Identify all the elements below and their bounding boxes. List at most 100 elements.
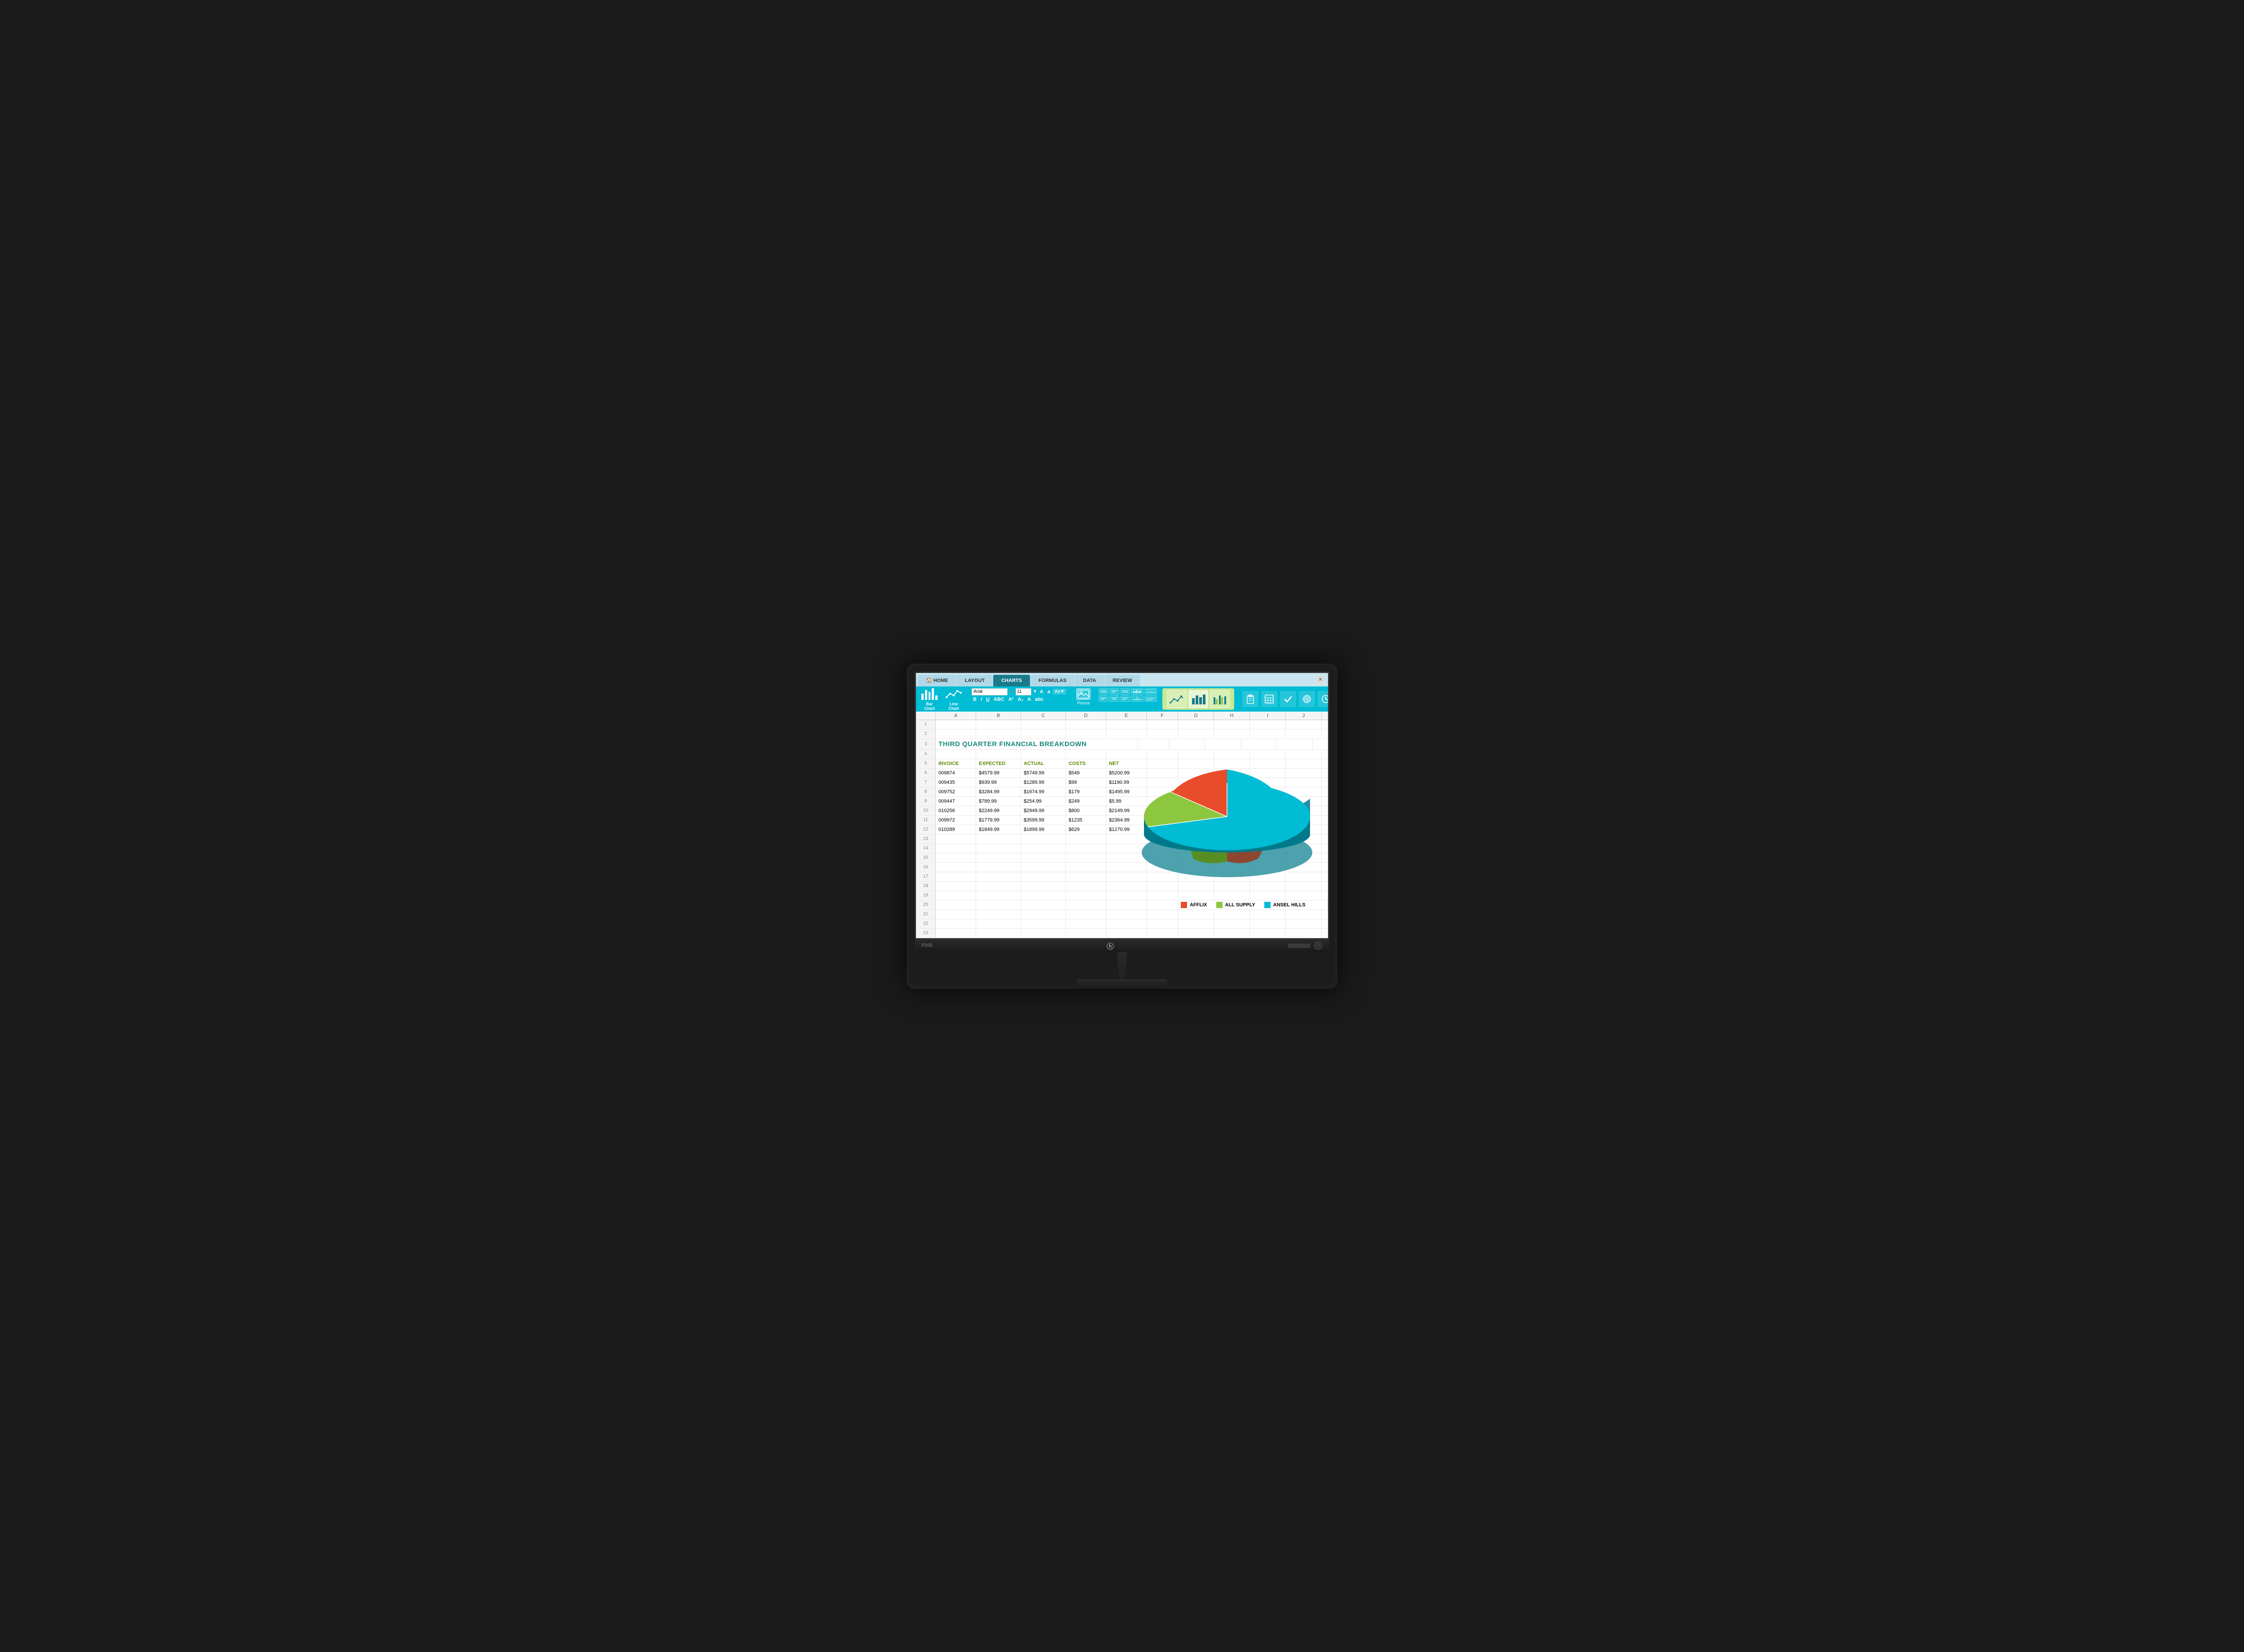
monitor-buttons bbox=[1288, 944, 1310, 948]
legend-color-all-supply bbox=[1216, 902, 1223, 908]
legend-color-afflix bbox=[1181, 902, 1187, 908]
tab-layout[interactable]: LAYOUT bbox=[957, 675, 993, 686]
spreadsheet-area: A B C D E F G H I J K bbox=[916, 712, 1328, 938]
col-header-f[interactable]: F bbox=[1147, 712, 1178, 720]
align-group bbox=[1098, 686, 1158, 712]
home-icon: 🏠 bbox=[926, 677, 932, 683]
col-header-k[interactable]: K bbox=[1322, 712, 1329, 720]
grouped-bar-type-btn[interactable] bbox=[1210, 690, 1230, 708]
table-row: 22 bbox=[916, 919, 1328, 929]
tab-review[interactable]: REVIEW bbox=[1104, 675, 1140, 686]
col-headers: A B C D E F G H I J K bbox=[916, 712, 1328, 720]
clock-icon-btn[interactable] bbox=[1318, 691, 1329, 707]
row-num-header bbox=[916, 712, 936, 720]
monitor-screen: 🏠 🏠 HOMEHOME LAYOUT CHARTS FORMULAS DATA… bbox=[915, 672, 1329, 940]
align-btn-2[interactable] bbox=[1109, 688, 1119, 695]
col-header-i[interactable]: I bbox=[1250, 712, 1286, 720]
table-icon-btn[interactable] bbox=[1261, 691, 1277, 707]
checkmark-icon-btn[interactable] bbox=[1280, 691, 1296, 707]
align-right-btn[interactable] bbox=[1120, 695, 1130, 702]
col-header-e[interactable]: E bbox=[1106, 712, 1147, 720]
app: 🏠 🏠 HOMEHOME LAYOUT CHARTS FORMULAS DATA… bbox=[916, 673, 1328, 938]
wrap-btn[interactable] bbox=[1144, 695, 1157, 702]
legend-all-supply: ALL SUPPLY bbox=[1216, 902, 1255, 908]
ribbon-tabs: 🏠 🏠 HOMEHOME LAYOUT CHARTS FORMULAS DATA… bbox=[916, 673, 1328, 686]
picture-button[interactable]: Picture bbox=[1073, 686, 1094, 712]
table-row: 21 bbox=[916, 910, 1328, 919]
stand-base bbox=[1077, 979, 1167, 989]
aa-button[interactable]: Aa▼ bbox=[1053, 689, 1066, 695]
line-chart-button[interactable]: Line Chart bbox=[942, 686, 965, 712]
font-size-up-btn[interactable]: A bbox=[1039, 689, 1045, 695]
text-abc-btn[interactable]: abc bbox=[1034, 696, 1045, 703]
underline-btn[interactable]: U bbox=[985, 696, 991, 703]
grid-content: 1 bbox=[916, 720, 1328, 938]
pie-chart-clean bbox=[1131, 747, 1324, 886]
bar-chart-type-btn[interactable] bbox=[1188, 690, 1208, 708]
subscript-btn[interactable]: A₂ bbox=[1016, 696, 1025, 703]
right-toolbar bbox=[1239, 686, 1329, 712]
col-header-j[interactable]: J bbox=[1286, 712, 1322, 720]
tab-formulas[interactable]: FORMULAS bbox=[1030, 675, 1074, 686]
line-chart-type-btn[interactable] bbox=[1167, 690, 1187, 708]
power-button[interactable]: ⏻ bbox=[1314, 942, 1322, 950]
clipboard-icon-btn[interactable] bbox=[1242, 691, 1258, 707]
font-dropdown-arrow[interactable] bbox=[1009, 689, 1014, 695]
stand-neck bbox=[1109, 952, 1135, 979]
align-left-btn[interactable] bbox=[1099, 695, 1109, 702]
pie-chart-container bbox=[1131, 747, 1324, 891]
col-header-b[interactable]: B bbox=[976, 712, 1021, 720]
bar-chart-label: Bar Chart bbox=[921, 702, 938, 711]
col-header-h[interactable]: H bbox=[1214, 712, 1250, 720]
align-center-btn[interactable] bbox=[1109, 695, 1119, 702]
col-header-d[interactable]: D bbox=[1066, 712, 1106, 720]
merge-btn[interactable] bbox=[1131, 695, 1144, 702]
table-row: 23 bbox=[916, 929, 1328, 938]
align-btn-3[interactable] bbox=[1120, 688, 1130, 695]
monitor-bezel-bottom: P203 ⓗ ⏻ bbox=[915, 940, 1329, 952]
legend-label-ansel-hills: ANSEL HILLS bbox=[1273, 902, 1306, 908]
table-row: 20 AFFLIX ALL SUPPLY bbox=[916, 900, 1328, 910]
monitor-container: 🏠 🏠 HOMEHOME LAYOUT CHARTS FORMULAS DATA… bbox=[907, 664, 1337, 989]
bar-chart-button[interactable]: Bar Chart bbox=[918, 686, 941, 712]
picture-icon bbox=[1076, 688, 1091, 700]
line-chart-icon bbox=[946, 688, 962, 701]
grid-btn-2[interactable] bbox=[1144, 688, 1157, 695]
legend-label-all-supply: ALL SUPPLY bbox=[1225, 902, 1255, 908]
close-icon[interactable]: ✕ bbox=[1316, 676, 1324, 684]
tab-data[interactable]: DATA bbox=[1075, 675, 1104, 686]
legend-ansel-hills: ANSEL HILLS bbox=[1264, 902, 1306, 908]
bar-chart-icon bbox=[921, 688, 938, 701]
superscript-btn[interactable]: A² bbox=[1007, 696, 1015, 703]
col-header-a[interactable]: A bbox=[936, 712, 976, 720]
col-header-c[interactable]: C bbox=[1021, 712, 1066, 720]
hp-logo: ⓗ bbox=[1107, 940, 1114, 951]
monitor-model-label: P203 bbox=[922, 943, 932, 948]
toolbar: Bar Chart bbox=[916, 686, 1328, 712]
table-row: 1 bbox=[916, 720, 1328, 730]
picture-label: Picture bbox=[1077, 701, 1090, 705]
strikethrough-btn[interactable]: ABC bbox=[992, 696, 1006, 703]
tab-charts[interactable]: CHARTS bbox=[993, 675, 1030, 686]
font-size-down-btn[interactable]: a bbox=[1046, 689, 1052, 695]
chart-type-group bbox=[1162, 688, 1234, 710]
monitor-outer: 🏠 🏠 HOMEHOME LAYOUT CHARTS FORMULAS DATA… bbox=[907, 664, 1337, 989]
italic-btn[interactable]: I bbox=[979, 696, 983, 703]
col-header-g[interactable]: G bbox=[1178, 712, 1214, 720]
legend-afflix: AFFLIX bbox=[1181, 902, 1207, 908]
monitor-stand bbox=[915, 952, 1329, 989]
legend-label-afflix: AFFLIX bbox=[1190, 902, 1207, 908]
font-name-input[interactable] bbox=[972, 688, 1008, 695]
font-color-btn[interactable]: A bbox=[1026, 696, 1032, 703]
legend-color-ansel-hills bbox=[1264, 902, 1271, 908]
line-chart-label: Line Chart bbox=[946, 702, 962, 711]
table-row: 19 bbox=[916, 891, 1328, 900]
grid-btn-1[interactable] bbox=[1131, 688, 1144, 695]
table-row: 2 bbox=[916, 730, 1328, 739]
tab-home[interactable]: 🏠 🏠 HOMEHOME bbox=[918, 675, 956, 686]
bold-btn[interactable]: B bbox=[972, 696, 978, 703]
font-size-input[interactable] bbox=[1016, 688, 1031, 695]
font-group: ▼ A a Aa▼ B I U ABC A² A₂ A bbox=[969, 686, 1069, 712]
align-btn-1[interactable] bbox=[1099, 688, 1109, 695]
target-icon-btn[interactable] bbox=[1299, 691, 1315, 707]
